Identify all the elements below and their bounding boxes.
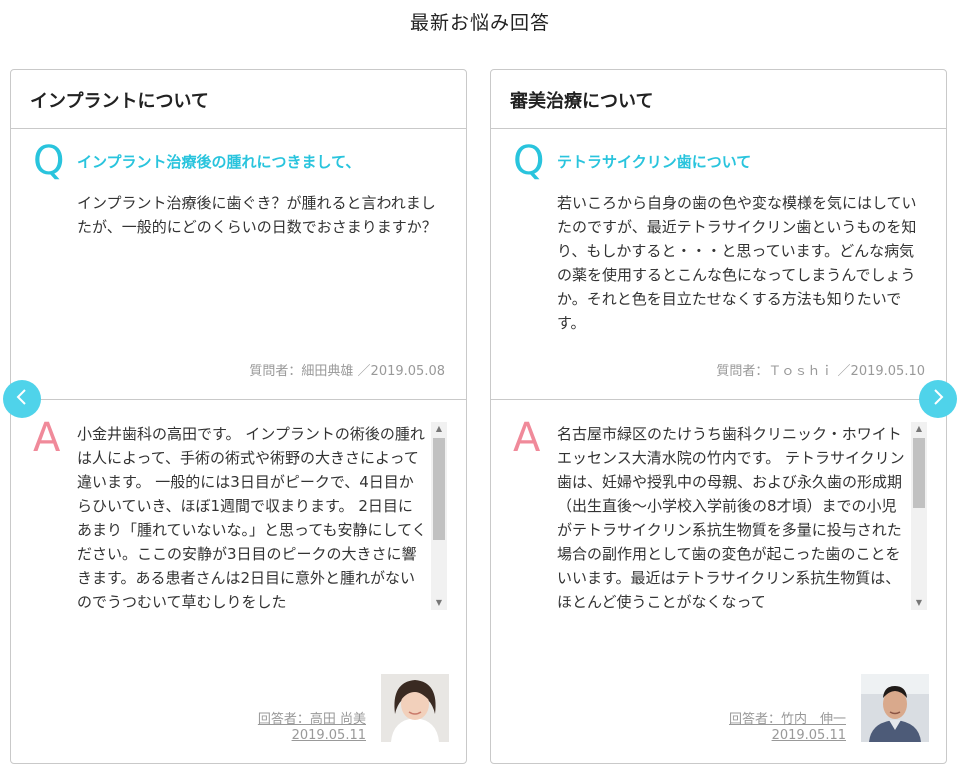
answerer-photo [381, 674, 449, 742]
answerer-name: 回答者：高田 尚美 [257, 712, 366, 727]
carousel-prev-button[interactable] [3, 380, 41, 418]
question-asker: 質問者：Ｔｏｓｈｉ ／2019.05.10 [716, 364, 925, 379]
qa-card-cosmetic: 審美治療について Q テトラサイクリン歯について 若いころから自身の歯の色や変な… [490, 69, 947, 764]
question-body: 若いころから自身の歯の色や変な模様を気にはしていたのですが、最近テトラサイクリン… [557, 194, 917, 332]
answerer-name: 回答者：竹内 伸一 [728, 712, 846, 727]
answerer-link[interactable]: 回答者：竹内 伸一 2019.05.11 [729, 712, 846, 744]
chevron-right-icon [929, 388, 947, 410]
question-section: Q インプラント治療後の腫れにつきまして、 インプラント治療後に歯ぐき？が腫れる… [11, 129, 466, 400]
chevron-left-icon [13, 388, 31, 410]
carousel-next-button[interactable] [919, 380, 957, 418]
answer-scroll-area[interactable]: 小金井歯科の高田です。 インプラントの術後の腫れは人によって、手術の術式や術野の… [77, 422, 447, 610]
card-category-title: インプラントについて [11, 70, 466, 129]
question-mark: Q [33, 138, 65, 184]
qa-card-implant: インプラントについて Q インプラント治療後の腫れにつきまして、 インプラント治… [10, 69, 467, 764]
scroll-thumb[interactable] [913, 438, 925, 508]
answerer-link[interactable]: 回答者：高田 尚美 2019.05.11 [258, 712, 366, 744]
answer-scrollbar[interactable]: ▲ ▼ [911, 422, 927, 610]
answer-section: A 名古屋市緑区のたけうち歯科クリニック・ホワイトエッセンス大清水院の竹内です。… [491, 400, 946, 764]
answer-date: 2019.05.11 [291, 728, 366, 743]
answer-scroll-area[interactable]: 名古屋市緑区のたけうち歯科クリニック・ホワイトエッセンス大清水院の竹内です。 テ… [557, 422, 927, 610]
page-title: 最新お悩み回答 [409, 12, 550, 34]
scroll-up-arrow-icon[interactable]: ▲ [911, 422, 927, 436]
scroll-up-arrow-icon[interactable]: ▲ [431, 422, 447, 436]
card-category-title: 審美治療について [491, 70, 946, 129]
answer-mark: A [33, 415, 61, 461]
answer-mark: A [513, 415, 541, 461]
answer-body: 小金井歯科の高田です。 インプラントの術後の腫れは人によって、手術の術式や術野の… [77, 425, 427, 610]
scroll-thumb[interactable] [433, 438, 445, 540]
answerer-photo [861, 674, 929, 742]
answer-section: A 小金井歯科の高田です。 インプラントの術後の腫れは人によって、手術の術式や術… [11, 400, 466, 764]
answer-body: 名古屋市緑区のたけうち歯科クリニック・ホワイトエッセンス大清水院の竹内です。 テ… [557, 425, 905, 610]
scroll-down-arrow-icon[interactable]: ▼ [911, 596, 927, 610]
scroll-down-arrow-icon[interactable]: ▼ [431, 596, 447, 610]
question-section: Q テトラサイクリン歯について 若いころから自身の歯の色や変な模様を気にはしてい… [491, 129, 946, 400]
answer-date: 2019.05.11 [771, 728, 846, 743]
answer-scrollbar[interactable]: ▲ ▼ [431, 422, 447, 610]
question-mark: Q [513, 138, 545, 184]
question-asker: 質問者：細田典雄 ／2019.05.08 [249, 364, 445, 379]
question-title-link[interactable]: テトラサイクリン歯について [557, 151, 751, 172]
question-title-link[interactable]: インプラント治療後の腫れにつきまして、 [77, 151, 360, 172]
question-body: インプラント治療後に歯ぐき？が腫れると言われましたが、一般的にどのくらいの日数で… [77, 194, 437, 236]
